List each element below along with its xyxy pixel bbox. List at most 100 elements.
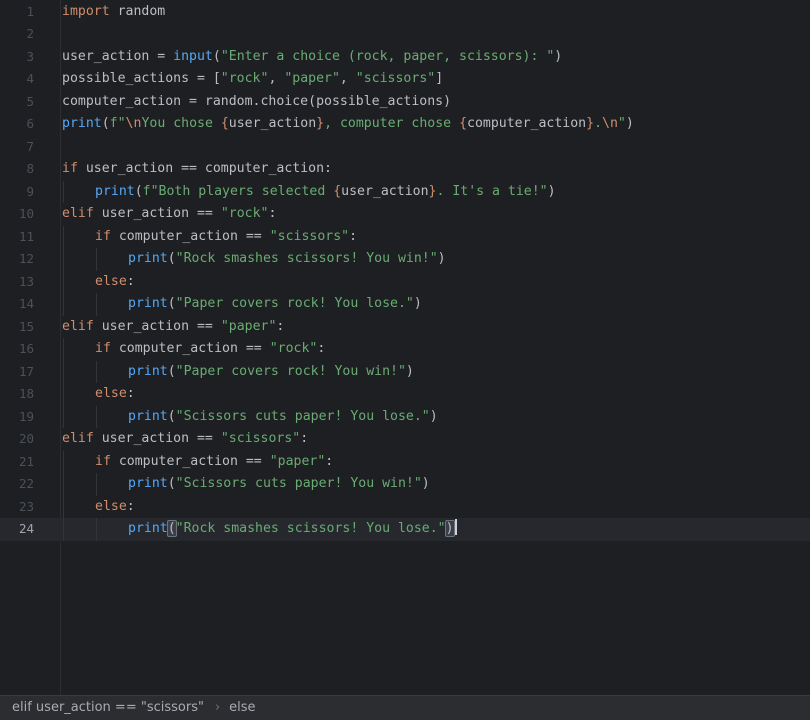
token-kw: if (95, 228, 111, 244)
line-number[interactable]: 1 (0, 1, 34, 24)
line-number[interactable]: 14 (0, 293, 34, 316)
code-text[interactable]: if user_action == computer_action: (62, 158, 332, 181)
indent-guide (63, 518, 64, 541)
line-number[interactable]: 23 (0, 496, 34, 519)
line-number[interactable]: 11 (0, 226, 34, 249)
code-text[interactable]: elif user_action == "paper": (62, 316, 284, 339)
code-line[interactable]: 21 if computer_action == "paper": (0, 450, 810, 474)
code-text[interactable]: user_action = input("Enter a choice (roc… (62, 46, 562, 69)
token-str: f"Both players selected (142, 183, 334, 199)
token-plain: user_action (341, 183, 429, 199)
token-plain: : (126, 386, 135, 401)
code-line[interactable]: 17 print("Paper covers rock! You win!") (0, 360, 810, 384)
token-plain: ) (547, 183, 556, 199)
token-plain: : (317, 341, 326, 356)
token-fn: print (128, 476, 168, 491)
code-line[interactable]: 7 (0, 136, 810, 159)
code-text[interactable]: print("Scissors cuts paper! You lose.") (128, 406, 438, 429)
line-number[interactable]: 24 (0, 518, 34, 541)
line-number[interactable]: 17 (0, 361, 34, 384)
code-editor[interactable]: 1 import random 2 3 user_action = input("Ent… (0, 0, 810, 695)
code-text[interactable]: elif user_action == "scissors": (62, 428, 308, 451)
code-text[interactable]: possible_actions = ["rock", "paper", "sc… (62, 68, 443, 91)
code-line[interactable]: 15 elif user_action == "paper": (0, 316, 810, 339)
line-number[interactable]: 12 (0, 248, 34, 271)
line-number[interactable]: 15 (0, 316, 34, 339)
code-line[interactable]: 24 print("Rock smashes scissors! You lose… (0, 518, 810, 541)
code-text[interactable]: print("Paper covers rock! You lose.") (128, 293, 422, 316)
code-text[interactable]: print("Rock smashes scissors! You lose."… (128, 518, 457, 541)
token-fs: \n (602, 116, 618, 131)
code-line[interactable]: 6 print(f"\nYou chose {user_action}, comp… (0, 113, 810, 136)
line-number[interactable]: 7 (0, 136, 34, 159)
code-line[interactable]: 18 else: (0, 383, 810, 406)
line-number[interactable]: 13 (0, 271, 34, 294)
line-number[interactable]: 9 (0, 181, 34, 204)
breadcrumb-item-else[interactable]: else (229, 696, 255, 720)
token-plain: computer_action = random.choice(possible… (62, 93, 452, 109)
token-str: "paper" (269, 453, 326, 469)
line-number[interactable]: 20 (0, 428, 34, 451)
code-line[interactable]: 20 elif user_action == "scissors": (0, 428, 810, 451)
code-line[interactable]: 14 print("Paper covers rock! You lose.") (0, 293, 810, 316)
code-text[interactable]: print("Scissors cuts paper! You win!") (128, 473, 430, 496)
token-plain: : (126, 273, 135, 289)
token-fs: \n (125, 116, 142, 131)
code-text[interactable]: import random (62, 1, 165, 24)
indent-guide (63, 383, 64, 406)
code-line[interactable]: 9 print(f"Both players selected {user_act… (0, 180, 810, 204)
code-line[interactable]: 22 print("Scissors cuts paper! You win!") (0, 473, 810, 496)
line-number[interactable]: 8 (0, 158, 34, 181)
code-text[interactable]: if computer_action == "paper": (95, 451, 333, 474)
token-str: "rock" (220, 206, 269, 221)
code-text[interactable]: print("Paper covers rock! You win!") (128, 361, 414, 384)
code-line[interactable]: 5 computer_action = random.choice(possibl… (0, 91, 810, 114)
token-plain: , (339, 71, 356, 86)
code-line[interactable]: 19 print("Scissors cuts paper! You lose."… (0, 405, 810, 429)
code-text[interactable]: print("Rock smashes scissors! You win!") (128, 248, 446, 271)
code-line[interactable]: 3 user_action = input("Enter a choice (ro… (0, 46, 810, 69)
line-number[interactable]: 18 (0, 383, 34, 406)
token-plain: : (300, 431, 309, 446)
code-line[interactable]: 16 if computer_action == "rock": (0, 338, 810, 361)
code-text[interactable]: print(f"\nYou chose {user_action}, compu… (62, 113, 634, 136)
token-plain: ) (437, 251, 446, 266)
code-text[interactable]: computer_action = random.choice(possible… (62, 91, 451, 114)
token-str: , computer chose (324, 116, 460, 131)
token-plain: ) (413, 296, 422, 311)
code-line[interactable]: 13 else: (0, 270, 810, 294)
token-str: "Rock smashes scissors! You lose." (175, 521, 446, 536)
token-str: "Scissors cuts paper! You lose." (175, 408, 430, 424)
code-text[interactable]: print(f"Both players selected {user_acti… (95, 181, 556, 204)
code-line[interactable]: 4 possible_actions = ["rock", "paper", "s… (0, 68, 810, 91)
token-plain: user_action == computer_action: (77, 161, 332, 176)
code-text[interactable]: elif user_action == "rock": (62, 203, 276, 226)
line-number[interactable]: 16 (0, 338, 34, 361)
code-line[interactable]: 11 if computer_action == "scissors": (0, 225, 810, 249)
line-number[interactable]: 6 (0, 113, 34, 136)
line-number[interactable]: 2 (0, 23, 34, 46)
line-number[interactable]: 3 (0, 46, 34, 69)
code-text[interactable]: else: (95, 496, 135, 519)
token-str: . (594, 116, 603, 131)
line-number[interactable]: 22 (0, 473, 34, 496)
line-number[interactable]: 19 (0, 406, 34, 429)
code-text[interactable]: if computer_action == "rock": (95, 338, 325, 361)
code-text[interactable]: else: (95, 383, 135, 406)
line-number[interactable]: 4 (0, 68, 34, 91)
code-line[interactable]: 23 else: (0, 495, 810, 519)
code-line[interactable]: 2 (0, 23, 810, 46)
line-number[interactable]: 21 (0, 451, 34, 474)
token-str: "paper" (284, 71, 340, 86)
code-text[interactable]: else: (95, 271, 135, 294)
code-line[interactable]: 12 print("Rock smashes scissors! You win!… (0, 248, 810, 271)
code-line[interactable]: 10 elif user_action == "rock": (0, 203, 810, 226)
line-number[interactable]: 10 (0, 203, 34, 226)
breadcrumb-item-elif[interactable]: elif user_action == "scissors" (12, 696, 204, 720)
line-number[interactable]: 5 (0, 91, 34, 114)
code-text[interactable]: if computer_action == "scissors": (95, 226, 357, 249)
token-str: "Enter a choice (rock, paper, scissors):… (220, 48, 555, 64)
code-line[interactable]: 1 import random (0, 1, 810, 24)
indent-guide (63, 495, 64, 518)
code-line[interactable]: 8 if user_action == computer_action: (0, 158, 810, 181)
